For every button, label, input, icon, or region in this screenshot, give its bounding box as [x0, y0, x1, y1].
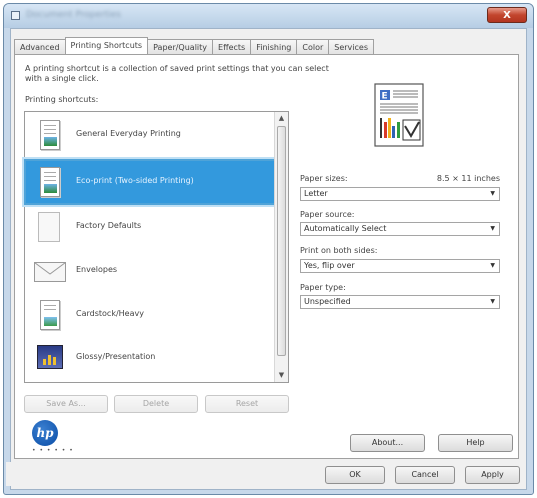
paper-type-label: Paper type:: [300, 283, 346, 292]
list-item-label: Eco-print (Two-sided Printing): [76, 176, 194, 185]
delete-button[interactable]: Delete: [114, 395, 198, 413]
paper-size-dimensions: 8.5 × 11 inches: [436, 174, 500, 183]
apply-button[interactable]: Apply: [465, 466, 520, 484]
duplex-dropdown[interactable]: Yes, flip over ▼: [300, 259, 500, 273]
paper-size-dropdown[interactable]: Letter ▼: [300, 187, 500, 201]
reset-button[interactable]: Reset: [205, 395, 289, 413]
blank-page-icon: [34, 212, 64, 242]
document-photo-icon: [34, 120, 64, 150]
paper-size-label: Paper sizes:: [300, 174, 348, 183]
shortcut-glossy-presentation[interactable]: Glossy/Presentation: [28, 339, 270, 379]
hp-logo: hp: [32, 420, 58, 446]
tab-services[interactable]: Services: [328, 39, 374, 54]
document-photo-icon: [34, 300, 64, 330]
scroll-thumb[interactable]: [277, 126, 286, 356]
list-item-label: Envelopes: [76, 265, 118, 274]
svg-text:E: E: [382, 92, 388, 102]
scroll-up-icon[interactable]: ▲: [275, 112, 288, 125]
chevron-down-icon: ▼: [490, 190, 495, 197]
tab-paper-quality[interactable]: Paper/Quality: [147, 39, 214, 54]
save-as-button[interactable]: Save As...: [24, 395, 108, 413]
tab-color[interactable]: Color: [296, 39, 330, 54]
document-preview-icon: E: [374, 83, 424, 147]
chevron-down-icon: ▼: [490, 298, 495, 305]
paper-type-value: Unspecified: [304, 297, 351, 306]
paper-source-dropdown[interactable]: Automatically Select ▼: [300, 222, 500, 236]
ok-button[interactable]: OK: [325, 466, 385, 484]
shortcut-envelopes[interactable]: Envelopes: [28, 252, 270, 292]
paper-size-value: Letter: [304, 189, 328, 198]
paper-type-dropdown[interactable]: Unspecified ▼: [300, 295, 500, 309]
duplex-label: Print on both sides:: [300, 246, 378, 255]
tab-finishing[interactable]: Finishing: [250, 39, 298, 54]
tab-printing-shortcuts[interactable]: Printing Shortcuts: [64, 37, 149, 54]
shortcut-description: A printing shortcut is a collection of s…: [25, 64, 329, 83]
shortcuts-list-label: Printing shortcuts:: [25, 95, 99, 104]
tab-advanced[interactable]: Advanced: [14, 39, 66, 54]
scroll-down-icon[interactable]: ▼: [275, 369, 288, 382]
tab-effects[interactable]: Effects: [212, 39, 252, 54]
shortcut-eco-print[interactable]: Eco-print (Two-sided Printing): [24, 159, 276, 205]
presentation-icon: [34, 343, 64, 373]
document-photo-icon: [34, 167, 64, 197]
list-scrollbar[interactable]: ▲ ▼: [274, 112, 288, 382]
shortcut-cardstock-heavy[interactable]: Cardstock/Heavy: [28, 296, 270, 336]
list-item-label: Factory Defaults: [76, 221, 142, 230]
about-button[interactable]: About...: [350, 434, 425, 452]
hp-logo-dots: • • • • • •: [32, 447, 74, 454]
chevron-down-icon: ▼: [490, 225, 495, 232]
chevron-down-icon: ▼: [490, 262, 495, 269]
tab-strip: Advanced Printing Shortcuts Paper/Qualit…: [14, 37, 374, 54]
shortcut-general-everyday[interactable]: General Everyday Printing: [28, 116, 270, 156]
list-item-label: Glossy/Presentation: [76, 352, 156, 361]
shortcut-factory-defaults[interactable]: Factory Defaults: [28, 208, 270, 248]
envelope-icon: [34, 256, 66, 286]
help-button[interactable]: Help: [438, 434, 513, 452]
window-title: Document Properties: [26, 10, 121, 20]
cancel-button[interactable]: Cancel: [395, 466, 455, 484]
list-item-label: General Everyday Printing: [76, 129, 181, 138]
duplex-value: Yes, flip over: [304, 261, 355, 270]
list-item-label: Cardstock/Heavy: [76, 309, 144, 318]
paper-source-label: Paper source:: [300, 210, 355, 219]
paper-source-value: Automatically Select: [304, 224, 387, 233]
close-button[interactable]: X: [487, 7, 527, 23]
title-bar: Document Properties X: [4, 4, 533, 28]
printer-icon: [11, 11, 20, 20]
